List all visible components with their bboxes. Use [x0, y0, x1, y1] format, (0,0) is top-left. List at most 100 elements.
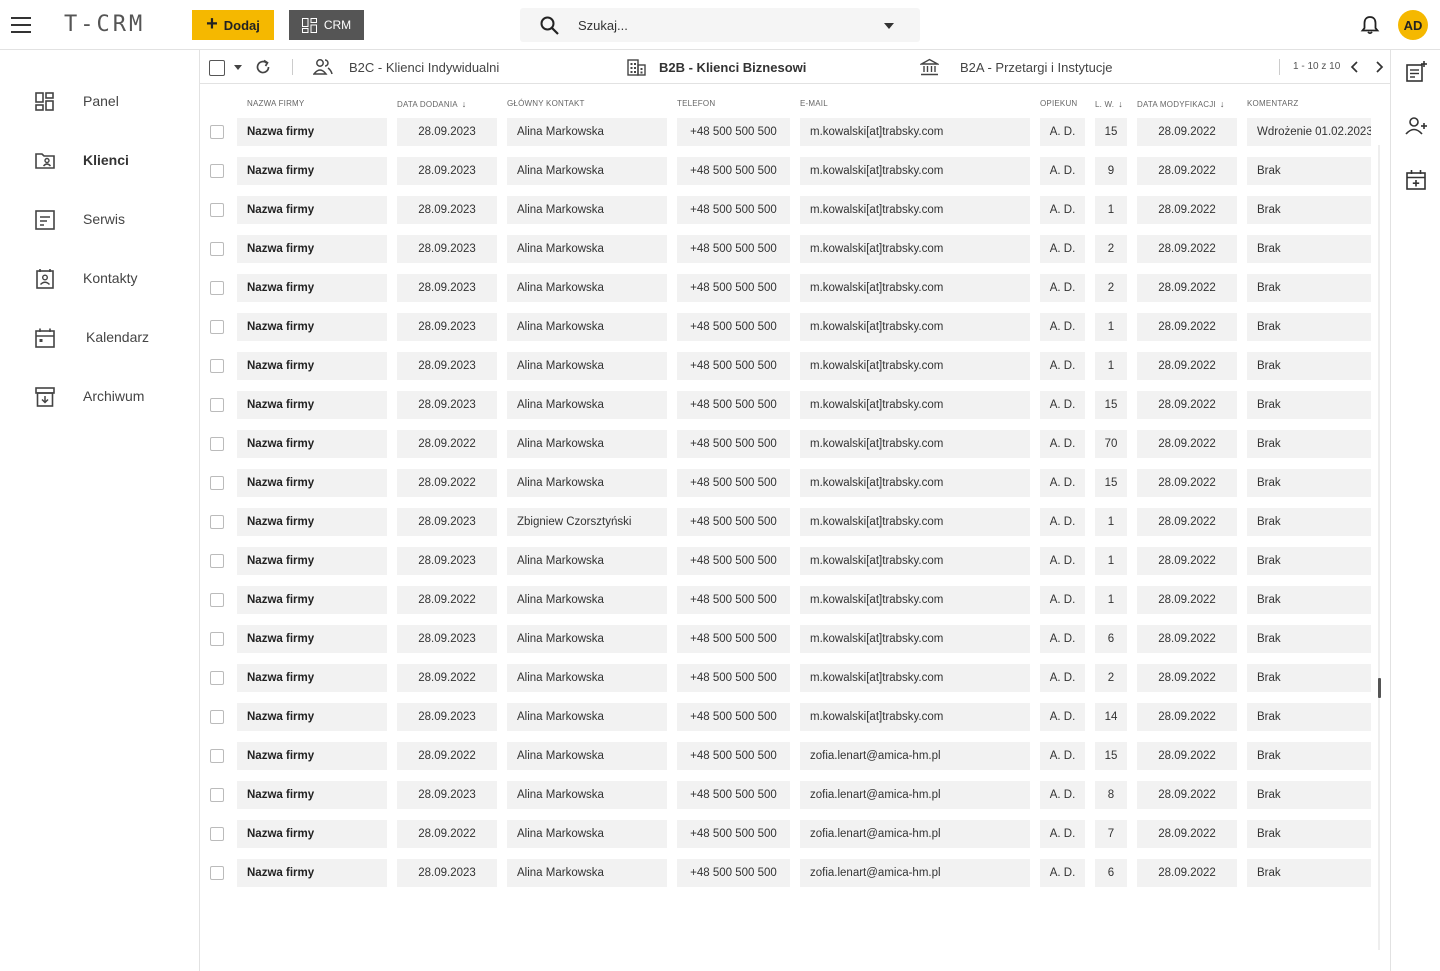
tab-label: B2C - Klienci Indywidualni [349, 60, 500, 75]
row-checkbox[interactable] [210, 281, 224, 295]
row-checkbox[interactable] [210, 476, 224, 490]
cell-date-added: 28.09.2023 [397, 781, 497, 809]
cell-owner: A. D. [1040, 664, 1085, 692]
row-checkbox[interactable] [210, 359, 224, 373]
sidebar-item-archiwum[interactable]: Archiwum [0, 376, 199, 416]
cell-comment: Brak [1247, 742, 1371, 770]
cell-contact: Alina Markowska [507, 196, 667, 224]
row-checkbox[interactable] [210, 593, 224, 607]
chevron-right-icon[interactable] [1372, 59, 1386, 75]
sidebar-item-klienci[interactable]: Klienci [0, 140, 199, 180]
row-checkbox[interactable] [210, 515, 224, 529]
add-note-icon[interactable] [1404, 60, 1428, 84]
table-row[interactable]: Nazwa firmy 28.09.2023 Alina Markowska +48 … [200, 313, 1380, 341]
column-header-lw[interactable]: L. W. ↓ [1095, 99, 1123, 109]
scrollbar-thumb[interactable] [1378, 678, 1381, 698]
table-row[interactable]: Nazwa firmy 28.09.2022 Alina Markowska +48 … [200, 586, 1380, 614]
row-checkbox[interactable] [210, 320, 224, 334]
table-row[interactable]: Nazwa firmy 28.09.2023 Zbigniew Czorsztyńs… [200, 508, 1380, 536]
table-row[interactable]: Nazwa firmy 28.09.2023 Alina Markowska +48 … [200, 547, 1380, 575]
sidebar-item-kalendarz[interactable]: Kalendarz [0, 317, 199, 357]
cell-lw: 70 [1095, 430, 1127, 458]
select-dropdown-icon[interactable] [234, 65, 242, 70]
cell-modified: 28.09.2022 [1137, 625, 1237, 653]
row-checkbox[interactable] [210, 554, 224, 568]
chevron-left-icon[interactable] [1348, 59, 1362, 75]
row-checkbox[interactable] [210, 398, 224, 412]
cell-comment: Brak [1247, 625, 1371, 653]
add-person-icon[interactable] [1404, 114, 1428, 138]
table-row[interactable]: Nazwa firmy 28.09.2023 Alina Markowska +48 … [200, 157, 1380, 185]
menu-icon[interactable] [11, 17, 31, 33]
tab-b2a[interactable]: B2A - Przetargi i Instytucje [920, 50, 1180, 84]
sidebar-item-kontakty[interactable]: Kontakty [0, 258, 199, 298]
cell-email: m.kowalski[at]trabsky.com [800, 118, 1030, 146]
app-logo[interactable]: T-CRM [64, 12, 145, 37]
table-row[interactable]: Nazwa firmy 28.09.2022 Alina Markowska +48 … [200, 469, 1380, 497]
column-header-company[interactable]: NAZWA FIRMY [247, 99, 304, 108]
table-row[interactable]: Nazwa firmy 28.09.2023 Alina Markowska +48 … [200, 352, 1380, 380]
row-checkbox[interactable] [210, 164, 224, 178]
tab-b2c[interactable]: B2C - Klienci Indywidualni [313, 50, 613, 84]
column-header-email[interactable]: E-MAIL [800, 99, 828, 108]
column-header-owner[interactable]: OPIEKUN [1040, 99, 1077, 108]
table-row[interactable]: Nazwa firmy 28.09.2022 Alina Markowska +48 … [200, 820, 1380, 848]
scrollbar-track[interactable] [1378, 145, 1380, 950]
table-row[interactable]: Nazwa firmy 28.09.2023 Alina Markowska +48 … [200, 859, 1380, 887]
clients-table: NAZWA FIRMY DATA DODANIA ↓ GŁÓWNY KONTAKT… [200, 84, 1380, 971]
table-row[interactable]: Nazwa firmy 28.09.2022 Alina Markowska +48 … [200, 430, 1380, 458]
search-icon[interactable] [540, 16, 559, 35]
table-row[interactable]: Nazwa firmy 28.09.2022 Alina Markowska +48 … [200, 664, 1380, 692]
table-row[interactable]: Nazwa firmy 28.09.2023 Alina Markowska +48 … [200, 781, 1380, 809]
table-row[interactable]: Nazwa firmy 28.09.2023 Alina Markowska +48 … [200, 703, 1380, 731]
crm-button[interactable]: CRM [289, 10, 364, 40]
table-row[interactable]: Nazwa firmy 28.09.2023 Alina Markowska +48 … [200, 625, 1380, 653]
cell-date-added: 28.09.2022 [397, 586, 497, 614]
column-header-contact[interactable]: GŁÓWNY KONTAKT [507, 99, 585, 108]
select-all-checkbox[interactable] [209, 60, 225, 76]
column-header-comment[interactable]: KOMENTARZ [1247, 99, 1298, 108]
column-header-phone[interactable]: TELEFON [677, 99, 715, 108]
search-input[interactable] [578, 16, 858, 34]
sidebar-item-serwis[interactable]: Serwis [0, 199, 199, 239]
tab-b2b[interactable]: B2B - Klienci Biznesowi [627, 50, 887, 84]
row-checkbox[interactable] [210, 788, 224, 802]
row-checkbox[interactable] [210, 437, 224, 451]
row-checkbox[interactable] [210, 749, 224, 763]
row-checkbox[interactable] [210, 710, 224, 724]
cell-modified: 28.09.2022 [1137, 508, 1237, 536]
row-checkbox[interactable] [210, 242, 224, 256]
cell-contact: Alina Markowska [507, 430, 667, 458]
bell-icon[interactable] [1360, 15, 1380, 35]
row-checkbox[interactable] [210, 866, 224, 880]
sidebar-item-panel[interactable]: Panel [0, 81, 199, 121]
row-checkbox[interactable] [210, 671, 224, 685]
refresh-icon[interactable] [254, 58, 272, 76]
table-row[interactable]: Nazwa firmy 28.09.2023 Alina Markowska +48 … [200, 118, 1380, 146]
cell-comment: Brak [1247, 859, 1371, 887]
cell-date-added: 28.09.2023 [397, 157, 497, 185]
search-dropdown-icon[interactable] [884, 23, 894, 29]
table-row[interactable]: Nazwa firmy 28.09.2022 Alina Markowska +48 … [200, 742, 1380, 770]
avatar[interactable]: AD [1398, 10, 1428, 40]
cell-modified: 28.09.2022 [1137, 664, 1237, 692]
column-header-modified[interactable]: DATA MODYFIKACJI ↓ [1137, 99, 1225, 109]
cell-contact: Alina Markowska [507, 157, 667, 185]
table-row[interactable]: Nazwa firmy 28.09.2023 Alina Markowska +48 … [200, 196, 1380, 224]
add-event-icon[interactable] [1404, 168, 1428, 192]
table-row[interactable]: Nazwa firmy 28.09.2023 Alina Markowska +48 … [200, 235, 1380, 263]
row-checkbox[interactable] [210, 203, 224, 217]
row-checkbox[interactable] [210, 632, 224, 646]
row-checkbox[interactable] [210, 827, 224, 841]
cell-lw: 1 [1095, 508, 1127, 536]
cell-owner: A. D. [1040, 508, 1085, 536]
column-header-date-added[interactable]: DATA DODANIA ↓ [397, 99, 466, 109]
table-row[interactable]: Nazwa firmy 28.09.2023 Alina Markowska +48 … [200, 274, 1380, 302]
row-checkbox[interactable] [210, 125, 224, 139]
cell-owner: A. D. [1040, 118, 1085, 146]
cell-date-added: 28.09.2023 [397, 703, 497, 731]
tab-label: B2A - Przetargi i Instytucje [960, 60, 1113, 75]
add-button[interactable]: + Dodaj [192, 10, 274, 40]
table-row[interactable]: Nazwa firmy 28.09.2023 Alina Markowska +48 … [200, 391, 1380, 419]
search-bar [520, 8, 920, 42]
